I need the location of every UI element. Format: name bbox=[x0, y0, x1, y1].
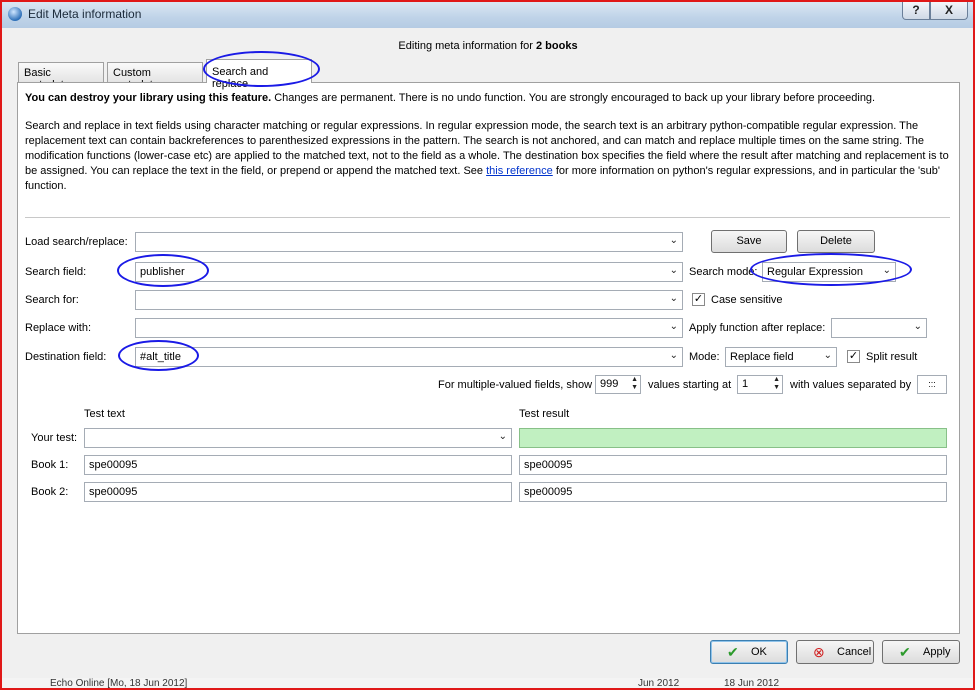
multi-valued-label: For multiple-valued fields, show bbox=[438, 379, 593, 391]
destination-field-combo[interactable]: #alt_title ⌄ bbox=[135, 347, 683, 367]
book1-label: Book 1: bbox=[31, 459, 69, 471]
cancel-icon: ⊗ bbox=[813, 644, 825, 660]
app-icon bbox=[8, 7, 22, 21]
your-test-result bbox=[519, 428, 947, 448]
background-row-title: Echo Online [Mo, 18 Jun 2012] bbox=[50, 678, 188, 689]
close-button[interactable]: X bbox=[930, 2, 968, 20]
ok-label: OK bbox=[751, 646, 767, 658]
warning-rest: Changes are permanent. There is no undo … bbox=[271, 92, 876, 104]
apply-function-label: Apply function after replace: bbox=[689, 322, 826, 334]
your-test-label: Your test: bbox=[31, 432, 78, 444]
help-paragraph: Search and replace in text fields using … bbox=[25, 119, 950, 194]
chevron-down-icon: ⌄ bbox=[669, 293, 678, 304]
reference-link[interactable]: this reference bbox=[486, 165, 553, 177]
delete-button[interactable]: Delete bbox=[797, 230, 875, 253]
starting-at-spinner[interactable]: 1 ▲ ▼ bbox=[737, 375, 783, 394]
spin-arrows-icon: ▲ ▼ bbox=[631, 376, 638, 391]
test-text-header: Test text bbox=[84, 408, 125, 420]
dialog-body: Editing meta information for 2 books Bas… bbox=[8, 28, 968, 684]
apply-button[interactable]: ✔ Apply bbox=[882, 640, 960, 664]
chevron-down-icon: ⌄ bbox=[882, 265, 891, 276]
cancel-label: Cancel bbox=[837, 646, 872, 658]
spin-arrows-icon: ▲ ▼ bbox=[773, 376, 780, 391]
book2-test-result[interactable]: spe00095 bbox=[519, 482, 947, 502]
book1-test-text[interactable]: spe00095 bbox=[84, 455, 512, 475]
separated-by-label: with values separated by bbox=[790, 379, 912, 391]
checkmark-icon: ✔ bbox=[727, 644, 739, 660]
chevron-down-icon: ⌄ bbox=[669, 350, 678, 361]
show-count-value: 999 bbox=[600, 378, 619, 390]
search-field-combo[interactable]: publisher ⌄ bbox=[135, 262, 683, 282]
separator-input[interactable]: ::: bbox=[917, 375, 947, 394]
tab-search-and-replace[interactable]: Search and replace bbox=[206, 59, 312, 90]
title-bar[interactable]: Edit Meta information ? X bbox=[2, 2, 973, 28]
cancel-button[interactable]: ⊗ Cancel bbox=[796, 640, 874, 664]
destination-field-label: Destination field: bbox=[25, 351, 107, 363]
split-result-checkbox[interactable]: ✓ bbox=[847, 350, 860, 363]
editing-heading: Editing meta information for 2 books bbox=[8, 40, 968, 52]
chevron-down-icon: ⌄ bbox=[498, 431, 507, 442]
chevron-down-icon: ⌄ bbox=[669, 265, 678, 276]
heading-count: 2 books bbox=[536, 40, 578, 52]
warning-text: You can destroy your library using this … bbox=[25, 92, 950, 104]
replace-with-combo[interactable]: ⌄ bbox=[135, 318, 683, 338]
warning-bold: You can destroy your library using this … bbox=[25, 92, 272, 104]
chevron-down-icon: ⌄ bbox=[823, 350, 832, 361]
apply-function-combo[interactable]: ⌄ bbox=[831, 318, 927, 338]
starting-at-label: values starting at bbox=[648, 379, 732, 391]
starting-at-value: 1 bbox=[742, 378, 749, 390]
destination-field-value: #alt_title bbox=[140, 351, 181, 363]
test-result-header: Test result bbox=[519, 408, 570, 420]
search-mode-label: Search mode: bbox=[689, 266, 758, 278]
your-test-combo[interactable]: ⌄ bbox=[84, 428, 512, 448]
book2-test-text[interactable]: spe00095 bbox=[84, 482, 512, 502]
replace-with-label: Replace with: bbox=[25, 322, 92, 334]
load-label: Load search/replace: bbox=[25, 236, 128, 248]
search-field-label: Search field: bbox=[25, 266, 87, 278]
search-replace-panel: You can destroy your library using this … bbox=[17, 82, 960, 634]
search-mode-value: Regular Expression bbox=[767, 266, 863, 278]
tab-basic-metadata[interactable]: Basic metadata bbox=[18, 62, 104, 91]
checkmark-icon: ✔ bbox=[899, 644, 911, 660]
load-search-replace-combo[interactable]: ⌄ bbox=[135, 232, 683, 252]
case-sensitive-label: Case sensitive bbox=[711, 294, 783, 306]
chevron-down-icon: ⌄ bbox=[669, 235, 678, 246]
heading-prefix: Editing meta information for bbox=[398, 40, 536, 52]
background-list-row: Echo Online [Mo, 18 Jun 2012] Jun 2012 1… bbox=[2, 678, 973, 689]
search-for-combo[interactable]: ⌄ bbox=[135, 290, 683, 310]
apply-label: Apply bbox=[923, 646, 951, 658]
mode-value: Replace field bbox=[730, 351, 794, 363]
search-for-label: Search for: bbox=[25, 294, 79, 306]
ok-button[interactable]: ✔ OK bbox=[710, 640, 788, 664]
mode-label: Mode: bbox=[689, 351, 720, 363]
tab-custom-metadata[interactable]: Custom metadata bbox=[107, 62, 203, 91]
book1-test-result[interactable]: spe00095 bbox=[519, 455, 947, 475]
chevron-down-icon: ⌄ bbox=[669, 321, 678, 332]
background-row-date: Jun 2012 bbox=[638, 678, 680, 689]
show-count-spinner[interactable]: 999 ▲ ▼ bbox=[595, 375, 641, 394]
mode-combo[interactable]: Replace field ⌄ bbox=[725, 347, 837, 367]
edit-meta-window: Edit Meta information ? X Editing meta i… bbox=[0, 0, 975, 690]
window-title: Edit Meta information bbox=[28, 7, 142, 21]
case-sensitive-checkbox[interactable]: ✓ bbox=[692, 293, 705, 306]
split-result-label: Split result bbox=[866, 351, 918, 363]
save-button[interactable]: Save bbox=[711, 230, 787, 253]
background-row-date2: 18 Jun 2012 bbox=[724, 678, 780, 689]
separator bbox=[25, 217, 950, 218]
help-button[interactable]: ? bbox=[902, 2, 930, 20]
chevron-down-icon: ⌄ bbox=[913, 321, 922, 332]
search-mode-combo[interactable]: Regular Expression ⌄ bbox=[762, 262, 896, 282]
book2-label: Book 2: bbox=[31, 486, 69, 498]
search-field-value: publisher bbox=[140, 266, 185, 278]
